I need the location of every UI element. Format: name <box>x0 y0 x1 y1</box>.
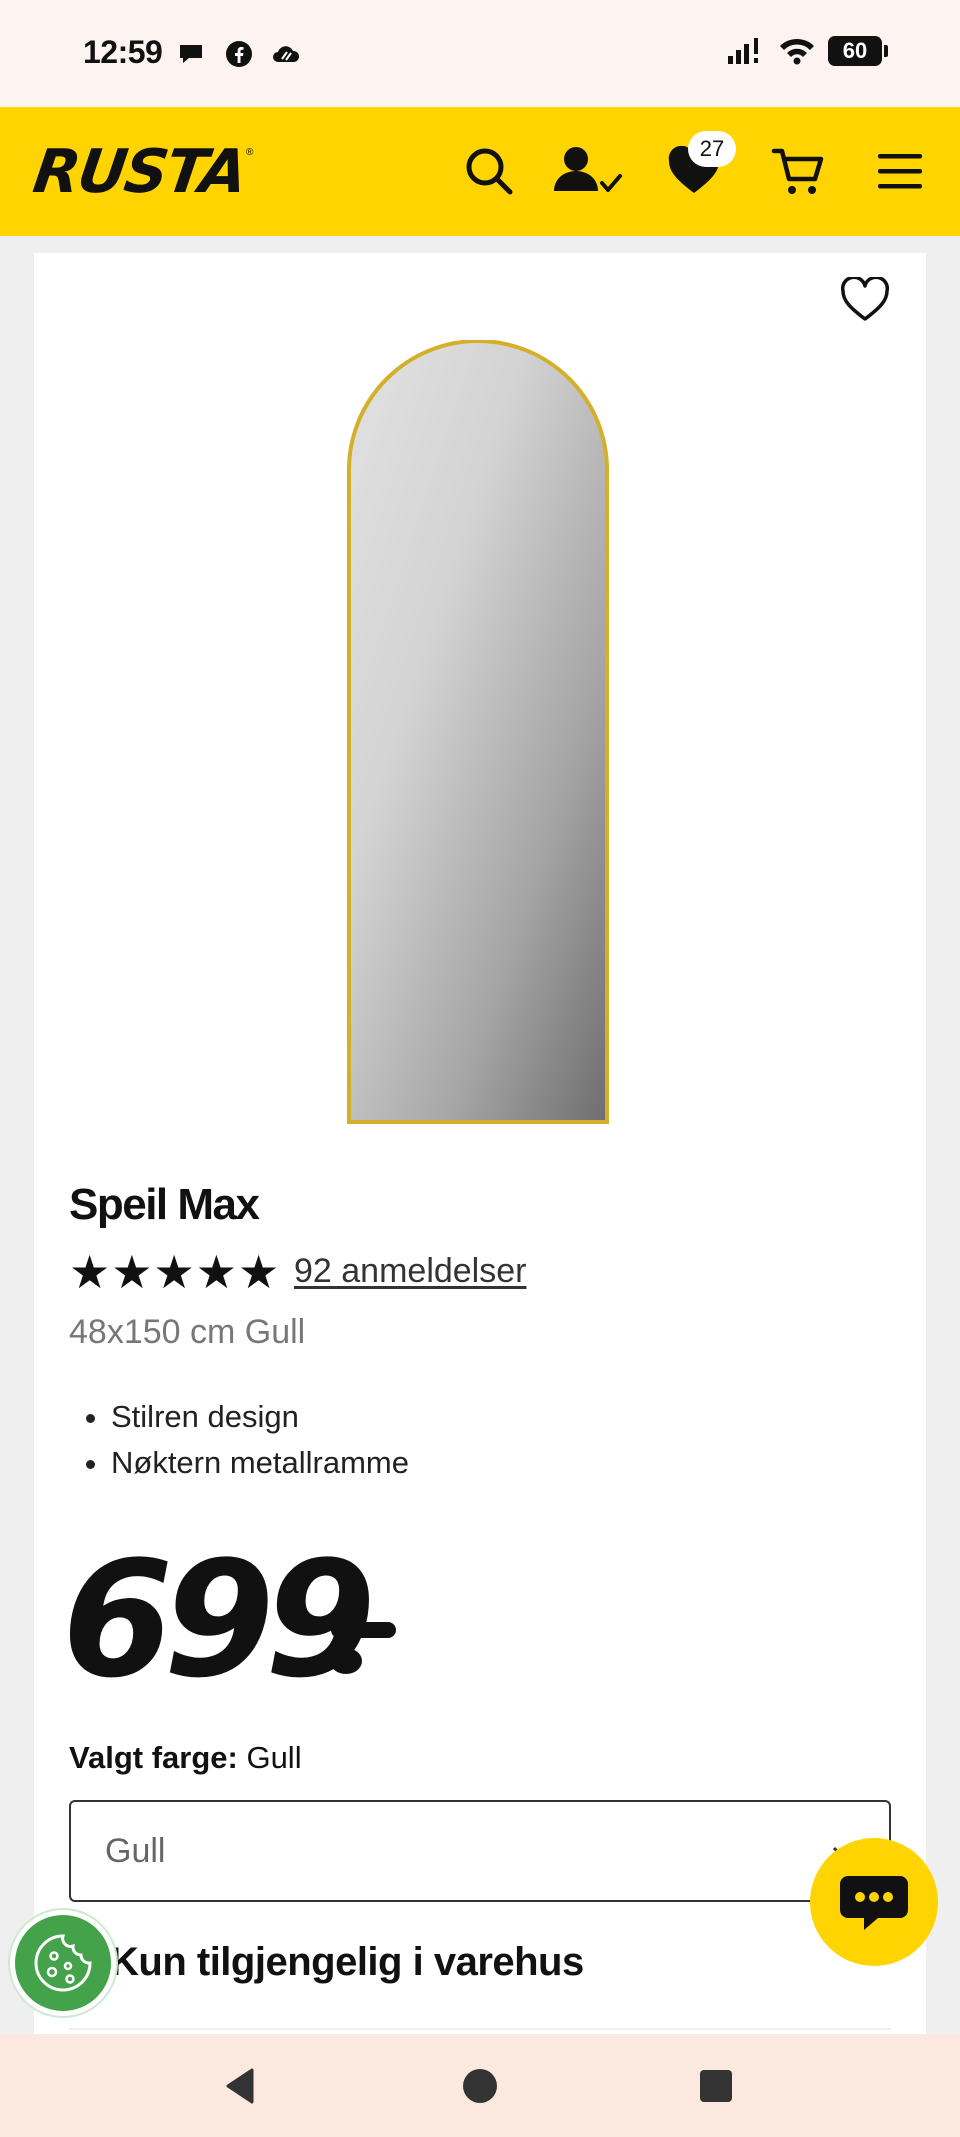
product-variant: 48x150 cm Gull <box>69 1313 306 1351</box>
product-title: Speil Max <box>69 1180 260 1229</box>
back-button[interactable] <box>218 2064 262 2108</box>
status-bar: 12:59 60 <box>0 0 960 107</box>
product-image-mirror[interactable] <box>345 340 611 1126</box>
account-button[interactable] <box>552 141 628 201</box>
product-price: 699 <box>62 1526 376 1713</box>
search-button[interactable] <box>459 141 519 201</box>
color-select[interactable]: Gull <box>69 1800 891 1902</box>
selected-color-caption: Valgt farge: <box>69 1740 238 1775</box>
wishlist-count-badge: 27 <box>688 131 736 167</box>
star-icon: ★ <box>153 1246 195 1298</box>
color-select-value: Gull <box>105 1832 166 1870</box>
availability-heading: Kun tilgjengelig i varehus <box>110 1940 584 1984</box>
star-icon: ★ <box>111 1246 153 1298</box>
facebook-icon <box>226 41 252 67</box>
star-icon: ★ <box>69 1246 111 1298</box>
home-button[interactable] <box>458 2064 502 2108</box>
search-icon <box>466 148 513 195</box>
chat-button[interactable] <box>810 1838 938 1966</box>
recents-button[interactable] <box>694 2064 738 2108</box>
selected-color-label: Valgt farge: Gull <box>69 1740 302 1776</box>
menu-icon <box>878 154 922 189</box>
battery-icon: 60 <box>828 36 888 66</box>
wifi-icon <box>780 38 814 65</box>
selected-color-value: Gull <box>246 1740 302 1775</box>
site-header: RUSTA ® 27 <box>0 107 960 236</box>
cloud-icon <box>273 46 300 62</box>
menu-button[interactable] <box>870 141 930 201</box>
star-icon: ★ <box>238 1246 280 1298</box>
price-suffix-dash <box>331 1622 396 1638</box>
reviews-link[interactable]: 92 anmeldelser <box>294 1252 526 1291</box>
cart-icon <box>771 148 824 194</box>
divider <box>69 2028 891 2030</box>
logo-registered-mark: ® <box>246 147 254 158</box>
rating-stars: ★ ★ ★ ★ ★ <box>69 1246 279 1298</box>
recents-icon <box>700 2070 732 2102</box>
cookie-settings-button[interactable] <box>10 1910 116 2016</box>
star-icon: ★ <box>195 1246 237 1298</box>
add-to-wishlist-button[interactable] <box>830 270 900 330</box>
battery-level: 60 <box>842 38 868 63</box>
cart-button[interactable] <box>768 141 828 201</box>
cookie-icon <box>34 1934 92 1992</box>
feature-item: Nøktern metallramme <box>111 1440 409 1486</box>
heart-outline-icon <box>840 277 890 321</box>
account-check-icon <box>554 147 622 192</box>
chat-bubble-icon <box>180 45 202 63</box>
status-indicators: 60 <box>726 36 888 66</box>
system-nav-bar <box>0 2034 960 2137</box>
back-icon <box>226 2068 254 2104</box>
feature-item: Stilren design <box>111 1394 409 1440</box>
rusta-logo[interactable]: RUSTA <box>29 137 250 207</box>
signal-icon <box>728 38 758 64</box>
home-icon <box>463 2069 497 2103</box>
chat-bubble-dots-icon <box>840 1876 908 1930</box>
price-suffix-dot <box>330 1648 362 1674</box>
feature-list: Stilren design Nøktern metallramme <box>111 1394 409 1486</box>
status-time: 12:59 <box>83 34 163 70</box>
